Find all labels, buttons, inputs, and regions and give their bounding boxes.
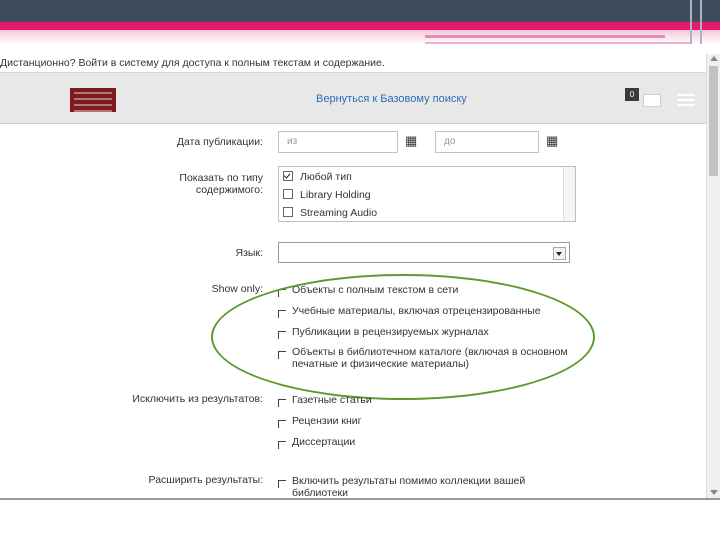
checkbox-icon[interactable] <box>283 207 293 218</box>
exclude-newspaper-option[interactable]: Газетные статьи <box>292 394 372 406</box>
calendar-icon[interactable]: ▦ <box>546 133 558 149</box>
option-marker-icon[interactable] <box>278 399 286 407</box>
content-type-option[interactable]: Library Holding <box>283 189 371 201</box>
checkbox-checked-icon[interactable] <box>283 171 293 182</box>
page-scrollbar[interactable] <box>706 54 720 498</box>
expand-label: Расширить результаты: <box>148 474 263 486</box>
language-select[interactable] <box>278 242 570 263</box>
date-from-input[interactable]: из <box>278 131 398 153</box>
pub-date-label: Дата публикации: <box>176 136 263 148</box>
remote-access-banner[interactable]: Дистанционно? Войти в систему для доступ… <box>0 54 706 72</box>
slide-pink-stripe <box>0 22 720 30</box>
chevron-down-icon[interactable] <box>553 247 566 260</box>
slide-bottom-line <box>0 498 720 500</box>
option-marker-icon[interactable] <box>278 420 286 428</box>
slide-deco-line <box>425 42 690 44</box>
slide-deco-line <box>425 35 665 38</box>
option-marker-icon[interactable] <box>278 480 286 488</box>
slide-deco-line <box>690 0 692 44</box>
back-to-basic-search-link[interactable]: Вернуться к Базовому поиску <box>316 93 467 105</box>
library-logo[interactable] <box>70 88 116 112</box>
content-type-option[interactable]: Любой тип <box>283 171 352 183</box>
menu-icon[interactable] <box>677 94 695 109</box>
content-type-listbox[interactable]: Любой тип Library Holding Streaming Audi… <box>278 166 576 222</box>
listbox-scrollbar[interactable] <box>563 167 575 221</box>
content-type-option[interactable]: Streaming Audio <box>283 207 377 219</box>
date-to-input[interactable]: до <box>435 131 539 153</box>
site-header: Вернуться к Базовому поиску 0 <box>0 72 706 124</box>
saved-items-count-badge[interactable]: 0 <box>625 88 639 101</box>
checkbox-icon[interactable] <box>283 189 293 200</box>
exclude-dissertations-option[interactable]: Диссертации <box>292 436 355 448</box>
content-type-label: Показать по типу <box>179 172 263 184</box>
show-only-label: Show only: <box>211 283 263 295</box>
language-label: Язык: <box>235 247 263 259</box>
calendar-icon[interactable]: ▦ <box>405 133 417 149</box>
slide-deco-line <box>700 0 702 44</box>
content-type-label-line2: содержимого: <box>195 184 263 196</box>
scroll-thumb[interactable] <box>709 66 718 176</box>
slide-top-bar <box>0 0 720 22</box>
scroll-down-icon[interactable] <box>710 490 718 495</box>
option-marker-icon[interactable] <box>278 441 286 449</box>
exclude-label: Исключить из результатов: <box>132 393 263 405</box>
exclude-book-reviews-option[interactable]: Рецензии книг <box>292 415 361 427</box>
expand-beyond-collection-option[interactable]: Включить результаты помимо коллекции ваш… <box>292 475 525 487</box>
highlight-ellipse <box>211 274 595 400</box>
folder-icon[interactable] <box>643 94 661 107</box>
scroll-up-icon[interactable] <box>710 56 718 61</box>
